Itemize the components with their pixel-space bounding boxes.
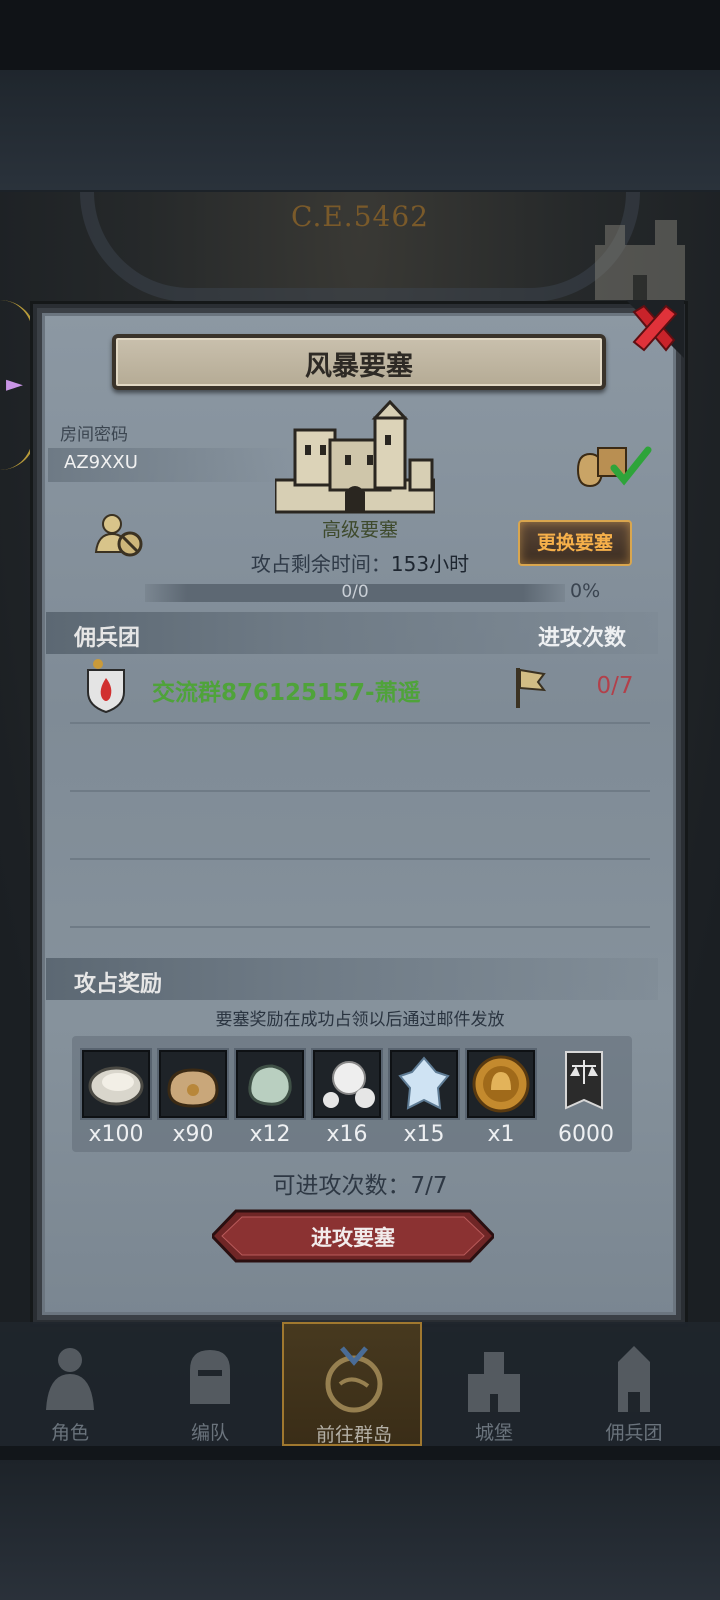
available-attempts: 可进攻次数：7/7 bbox=[180, 1166, 540, 1200]
reward-item[interactable]: 6000 bbox=[548, 1048, 624, 1147]
nav-label: 角色 bbox=[50, 1422, 89, 1444]
dialog-title: 风暴要塞 bbox=[305, 351, 413, 382]
room-code-label: 房间密码 bbox=[60, 425, 128, 445]
helmet-medal-icon bbox=[465, 1048, 537, 1120]
reward-item[interactable]: x100 bbox=[80, 1048, 152, 1147]
nav-label: 佣兵团 bbox=[605, 1422, 663, 1444]
reward-item[interactable]: x12 bbox=[234, 1048, 306, 1147]
progress-count: 0/0 bbox=[341, 582, 369, 602]
guild-attack-count: 0/7 bbox=[596, 673, 634, 699]
fortress-castle-icon bbox=[275, 400, 435, 514]
reward-item[interactable]: x90 bbox=[157, 1048, 229, 1147]
game-screen: C.E.5462 ► 风暴要塞 房间密码 AZ9XXU 高级要塞 更换要塞 攻占… bbox=[0, 0, 720, 1600]
reward-item[interactable]: x15 bbox=[388, 1048, 460, 1147]
nav-item-character[interactable]: 角色 bbox=[0, 1322, 140, 1446]
pearl-icon bbox=[311, 1048, 383, 1120]
attempts-value: 7/7 bbox=[410, 1173, 448, 1199]
nav-label: 前往群岛 bbox=[315, 1424, 392, 1446]
justice-banner-icon bbox=[550, 1048, 622, 1120]
guild-name: 交流群876125157-萧遥 bbox=[152, 680, 421, 706]
progress-percent: 0% bbox=[570, 580, 601, 602]
user-blocked-icon[interactable] bbox=[94, 512, 144, 558]
mercenary-tower-icon bbox=[618, 1346, 650, 1412]
castle-icon bbox=[468, 1352, 520, 1412]
rewards-claimed-icon[interactable] bbox=[574, 440, 654, 490]
guild-emblem-icon bbox=[87, 659, 125, 714]
occupation-time-remaining: 攻占剩余时间：153小时 bbox=[160, 548, 560, 577]
row-divider bbox=[70, 926, 650, 928]
side-panel-toggle[interactable]: ► bbox=[0, 300, 36, 470]
reward-note: 要塞奖励在成功占领以后通过邮件发放 bbox=[215, 1010, 505, 1030]
reward-item[interactable]: x16 bbox=[311, 1048, 383, 1147]
reward-section-title: 攻占奖励 bbox=[74, 972, 163, 997]
oyster-icon bbox=[80, 1048, 152, 1120]
knight-helmet-icon bbox=[190, 1350, 230, 1404]
row-divider bbox=[70, 722, 650, 724]
nav-label: 城堡 bbox=[474, 1422, 513, 1444]
coin-bag-icon bbox=[157, 1048, 229, 1120]
ice-crystal-icon bbox=[388, 1048, 460, 1120]
compass-globe-icon bbox=[325, 1346, 383, 1413]
reward-quantity: 6000 bbox=[558, 1122, 614, 1147]
time-label: 攻占剩余时间： bbox=[250, 552, 391, 576]
fortress-level: 高级要塞 bbox=[321, 519, 398, 541]
reward-quantity: x1 bbox=[487, 1122, 515, 1147]
nav-item-mercenary[interactable]: 佣兵团 bbox=[564, 1322, 704, 1446]
reward-quantity: x16 bbox=[326, 1122, 368, 1147]
reward-quantity: x100 bbox=[88, 1122, 144, 1147]
attempts-label: 可进攻次数： bbox=[272, 1173, 411, 1199]
arrow-right-icon: ► bbox=[6, 372, 23, 397]
reward-quantity: x90 bbox=[172, 1122, 214, 1147]
reward-item[interactable]: x1 bbox=[465, 1048, 537, 1147]
reward-quantity: x12 bbox=[249, 1122, 291, 1147]
nav-item-islands[interactable]: 前往群岛 bbox=[282, 1322, 422, 1446]
reward-quantity: x15 bbox=[403, 1122, 445, 1147]
flag-icon bbox=[516, 668, 547, 708]
row-divider bbox=[70, 790, 650, 792]
nav-item-formation[interactable]: 编队 bbox=[140, 1322, 280, 1446]
row-divider bbox=[70, 858, 650, 860]
background-castle-icon bbox=[595, 220, 685, 300]
room-code-value: AZ9XXU bbox=[64, 452, 138, 473]
attack-count-header: 进攻次数 bbox=[538, 626, 627, 651]
jade-stone-icon bbox=[234, 1048, 306, 1120]
close-icon[interactable] bbox=[626, 300, 684, 358]
attack-button-label[interactable]: 进攻要塞 bbox=[212, 1222, 494, 1252]
mercenary-section-title: 佣兵团 bbox=[74, 626, 141, 651]
nav-label: 编队 bbox=[190, 1422, 229, 1444]
time-value: 153小时 bbox=[390, 552, 470, 576]
character-icon bbox=[46, 1348, 94, 1410]
nav-item-castle[interactable]: 城堡 bbox=[424, 1322, 564, 1446]
